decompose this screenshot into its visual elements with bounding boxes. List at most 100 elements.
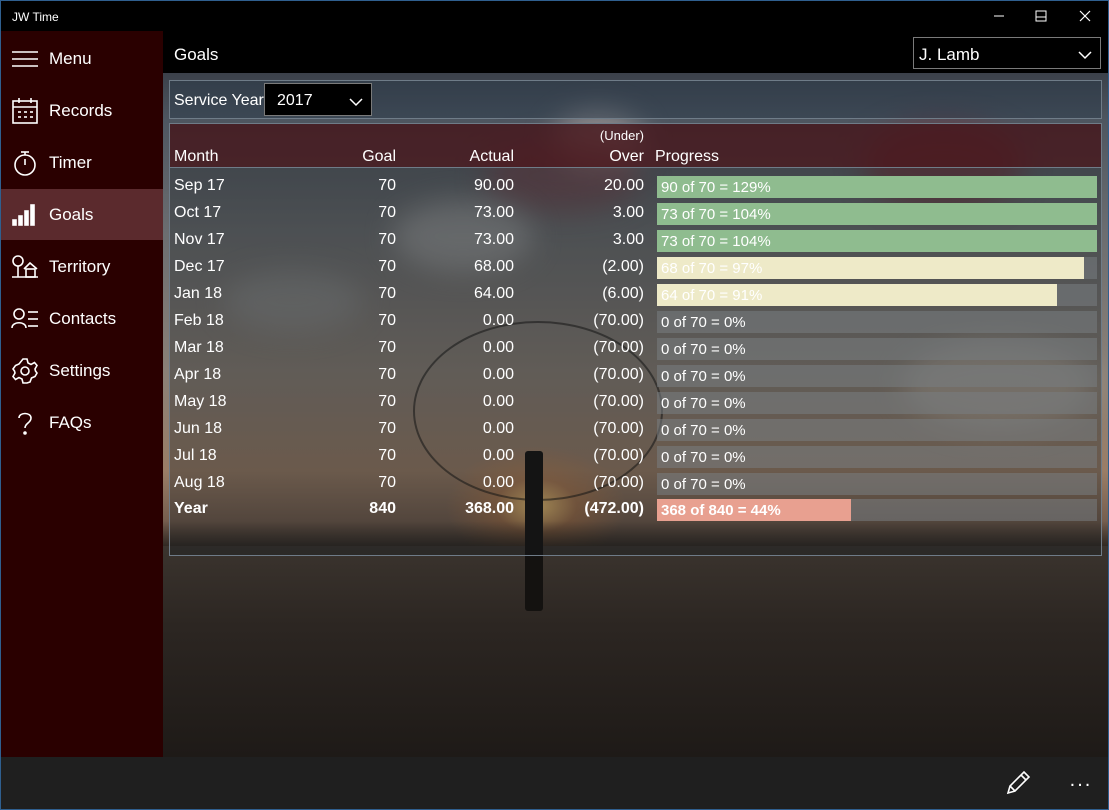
sidebar-item-faqs[interactable]: FAQs (1, 397, 163, 448)
progress-bar: 0 of 70 = 0% (657, 392, 1097, 414)
progress-bar: 0 of 70 = 0% (657, 365, 1097, 387)
close-icon (1079, 10, 1091, 21)
cell-actual: 0.00 (482, 420, 514, 437)
cell-over: (70.00) (593, 366, 644, 383)
table-total-row: Year 840 368.00 (472.00) 368 of 840 = 44% (170, 495, 1101, 522)
cell-month: Jun 18 (174, 420, 223, 437)
header: Goals J. Lamb (163, 31, 1108, 73)
cell-actual: 90.00 (473, 177, 514, 194)
progress-label: 90 of 70 = 129% (661, 179, 771, 196)
progress-bar: 90 of 70 = 129% (657, 176, 1097, 198)
app-bar: ... (1, 757, 1108, 809)
cell-over: (70.00) (593, 339, 644, 356)
cell-month: Nov 17 (174, 231, 225, 248)
cell-over: 20.00 (603, 177, 644, 194)
maximize-icon (1035, 10, 1047, 21)
app-title: JW Time (12, 10, 59, 24)
progress-label: 0 of 70 = 0% (661, 314, 746, 331)
cell-goal: 840 (369, 500, 396, 517)
cell-over: 3.00 (612, 204, 644, 221)
contacts-icon (11, 305, 39, 333)
sidebar-item-timer[interactable]: Timer (1, 137, 163, 188)
sidebar-item-territory[interactable]: Territory (1, 241, 163, 292)
table-row: Dec 17 70 68.00 (2.00) 68 of 70 = 97% (170, 253, 1101, 280)
more-button[interactable]: ... (1059, 769, 1103, 797)
progress-bar: 0 of 70 = 0% (657, 419, 1097, 441)
progress-bar: 0 of 70 = 0% (657, 338, 1097, 360)
cell-actual: 73.00 (473, 204, 514, 221)
sidebar-item-contacts[interactable]: Contacts (1, 293, 163, 344)
service-year-label: Service Year (174, 92, 264, 109)
pencil-icon (1006, 770, 1031, 795)
sidebar-item-settings[interactable]: Settings (1, 345, 163, 396)
progress-label: 0 of 70 = 0% (661, 476, 746, 493)
progress-label: 0 of 70 = 0% (661, 341, 746, 358)
calendar-icon (11, 97, 39, 125)
column-goal: Goal (362, 148, 396, 165)
progress-bar: 368 of 840 = 44% (657, 499, 1097, 521)
cell-actual: 73.00 (473, 231, 514, 248)
cell-over: (70.00) (593, 393, 644, 410)
cell-month: Dec 17 (174, 258, 225, 275)
signal-bars-icon (11, 201, 39, 229)
stopwatch-icon (11, 149, 39, 177)
sidebar-item-records[interactable]: Records (1, 85, 163, 136)
cell-goal: 70 (378, 231, 396, 248)
table-row: Feb 18 70 0.00 (70.00) 0 of 70 = 0% (170, 307, 1101, 334)
cell-month: Mar 18 (174, 339, 224, 356)
edit-button[interactable] (1001, 767, 1035, 799)
table-row: Nov 17 70 73.00 3.00 73 of 70 = 104% (170, 226, 1101, 253)
service-year-bar: Service Year 2017 (169, 80, 1102, 119)
table-row: Oct 17 70 73.00 3.00 73 of 70 = 104% (170, 199, 1101, 226)
cell-month: Sep 17 (174, 177, 225, 194)
cell-month: Year (174, 500, 208, 517)
cell-actual: 0.00 (482, 366, 514, 383)
table-row: Jun 18 70 0.00 (70.00) 0 of 70 = 0% (170, 415, 1101, 442)
cell-actual: 68.00 (473, 258, 514, 275)
table-row: Sep 17 70 90.00 20.00 90 of 70 = 129% (170, 172, 1101, 199)
cell-goal: 70 (378, 393, 396, 410)
cell-goal: 70 (378, 366, 396, 383)
sidebar-item-label: Records (49, 101, 113, 120)
gear-icon (11, 357, 39, 385)
main-content: Goals J. Lamb Service Year 2017 Month Go… (163, 31, 1108, 757)
cell-goal: 70 (378, 177, 396, 194)
cell-month: Aug 18 (174, 474, 225, 491)
progress-label: 0 of 70 = 0% (661, 395, 746, 412)
close-button[interactable] (1062, 0, 1108, 31)
progress-bar: 73 of 70 = 104% (657, 230, 1097, 252)
table-row: May 18 70 0.00 (70.00) 0 of 70 = 0% (170, 388, 1101, 415)
sidebar: Menu Records Timer Goals Territory Conta… (1, 31, 163, 757)
cell-actual: 368.00 (465, 500, 514, 517)
cell-goal: 70 (378, 204, 396, 221)
cell-over: (70.00) (593, 474, 644, 491)
cell-goal: 70 (378, 447, 396, 464)
column-month: Month (174, 148, 219, 165)
minimize-button-alt[interactable] (976, 0, 1022, 31)
cell-goal: 70 (378, 420, 396, 437)
column-actual: Actual (469, 148, 514, 165)
cell-month: Jan 18 (174, 285, 223, 302)
table-row: Jul 18 70 0.00 (70.00) 0 of 70 = 0% (170, 442, 1101, 469)
progress-bar: 64 of 70 = 91% (657, 284, 1097, 306)
service-year-value: 2017 (277, 92, 313, 109)
chevron-down-icon (349, 94, 363, 112)
maximize-button[interactable] (1018, 0, 1064, 31)
sidebar-item-menu[interactable]: Menu (1, 33, 163, 84)
cell-over: (2.00) (602, 258, 644, 275)
user-select[interactable]: J. Lamb (913, 37, 1101, 69)
service-year-select[interactable]: 2017 (264, 83, 372, 116)
territory-icon (11, 253, 39, 281)
cell-over: 3.00 (612, 231, 644, 248)
column-over: Over (609, 148, 644, 165)
sidebar-item-goals[interactable]: Goals (1, 189, 163, 240)
progress-bar: 0 of 70 = 0% (657, 473, 1097, 495)
cell-goal: 70 (378, 312, 396, 329)
cell-actual: 64.00 (473, 285, 514, 302)
sidebar-item-label: Menu (49, 49, 92, 68)
chevron-down-icon (1078, 47, 1092, 65)
table-header: Month Goal Actual Over (Under) Progress (170, 124, 1101, 168)
cell-goal: 70 (378, 258, 396, 275)
sidebar-item-label: Territory (49, 257, 111, 276)
progress-bar: 68 of 70 = 97% (657, 257, 1097, 279)
